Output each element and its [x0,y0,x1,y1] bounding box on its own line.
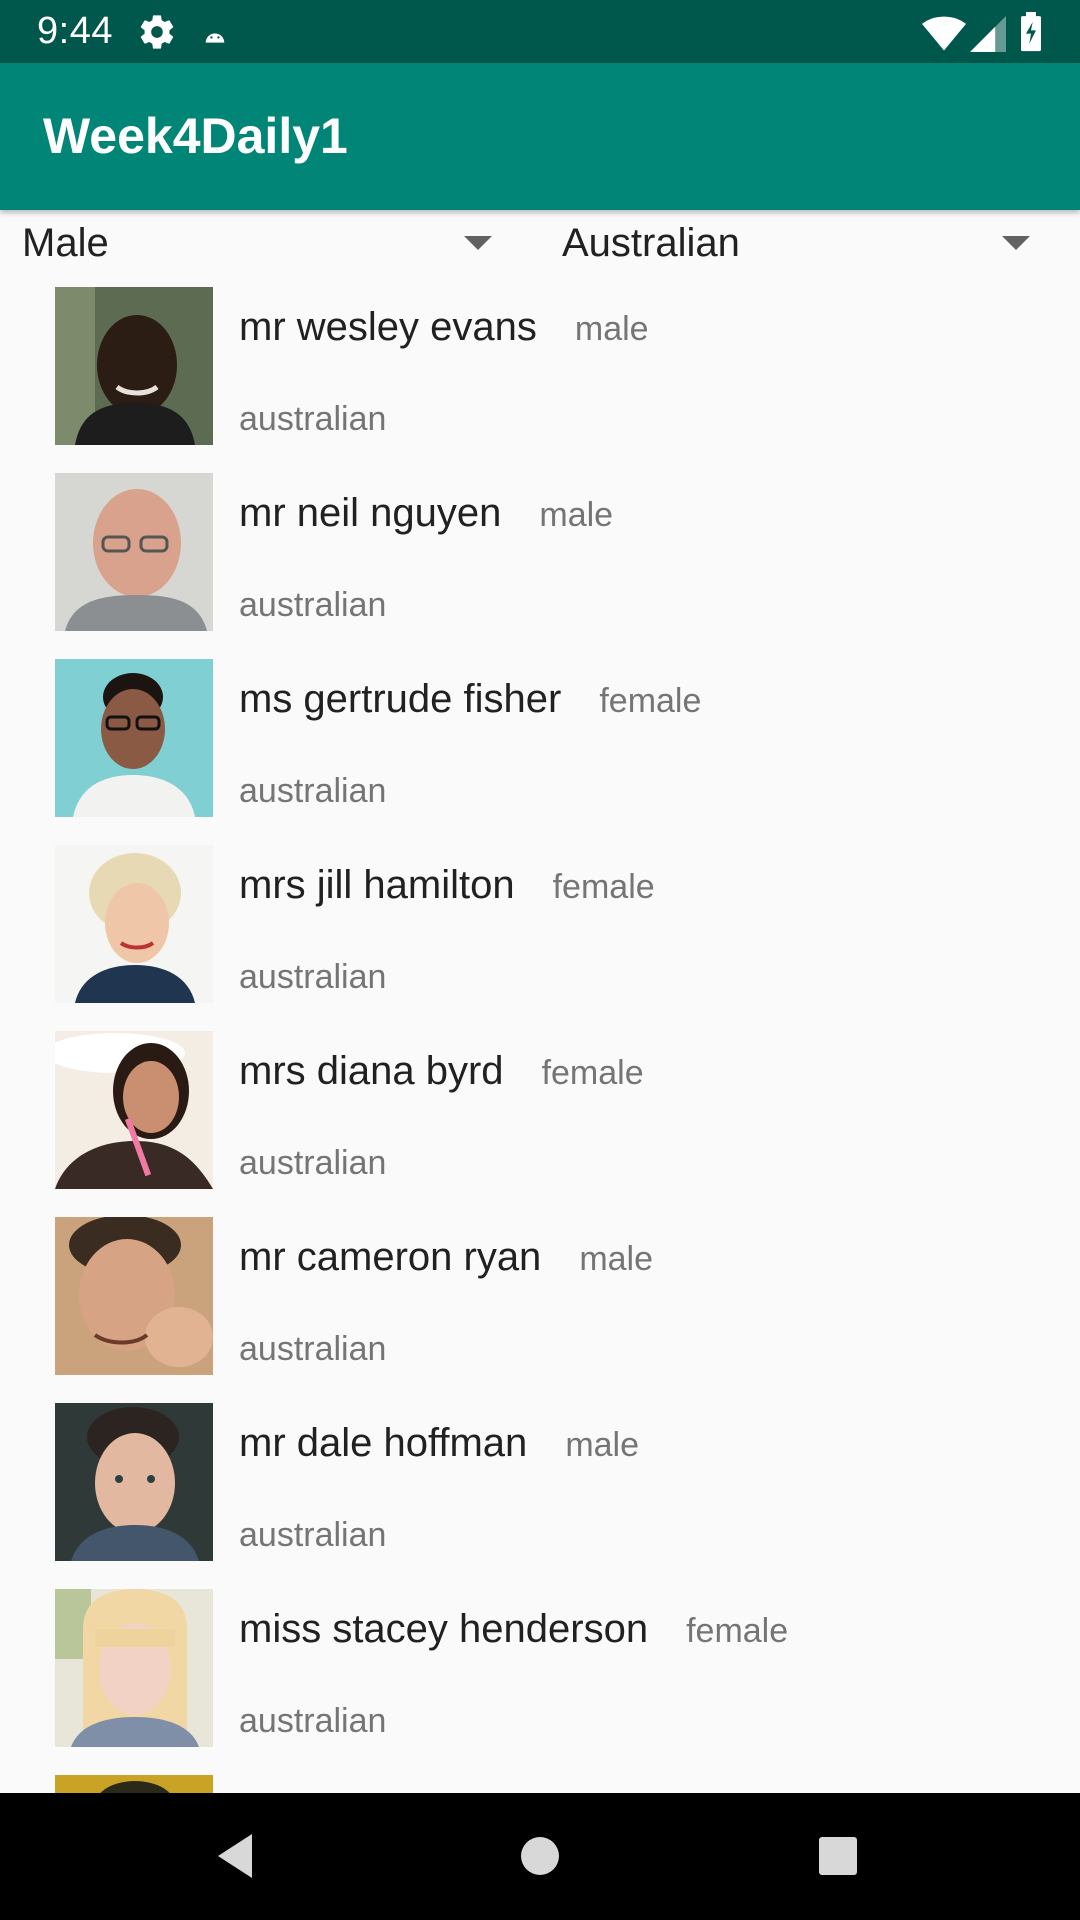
chevron-down-icon [1002,236,1030,250]
avatar [55,1217,213,1375]
person-list[interactable]: mr wesley evans male australian mr neil n… [0,287,1080,1793]
app-screen: 9:44 Week4Daily1 Male Australian mr wesl… [0,0,1080,1920]
list-item[interactable] [0,1775,1080,1793]
person-name: mr dale hoffman [239,1421,528,1465]
person-name: mrs jill hamilton [239,863,515,907]
avatar [55,1775,213,1793]
gender-spinner[interactable]: Male [0,212,526,274]
android-debug-icon [205,32,225,43]
avatar [55,1403,213,1561]
person-nationality: australian [239,1330,387,1368]
list-item[interactable]: mr dale hoffman male australian [0,1403,1080,1589]
list-item[interactable]: mr neil nguyen male australian [0,473,1080,659]
avatar [55,1031,213,1189]
person-nationality: australian [239,1516,387,1554]
list-item[interactable]: mr cameron ryan male australian [0,1217,1080,1403]
list-item[interactable]: mrs diana byrd female australian [0,1031,1080,1217]
list-item[interactable]: mr wesley evans male australian [0,287,1080,473]
signal-icon [970,16,1006,52]
list-item[interactable]: ms gertrude fisher female australian [0,659,1080,845]
nationality-spinner-value: Australian [562,221,740,265]
gear-icon [140,15,174,49]
person-name: mr neil nguyen [239,491,502,535]
gender-spinner-value: Male [22,221,109,265]
person-name: mr cameron ryan [239,1235,542,1279]
app-title: Week4Daily1 [43,108,348,164]
person-nationality: australian [239,958,387,996]
avatar [55,659,213,817]
person-gender: female [552,868,655,906]
person-name: ms gertrude fisher [239,677,562,721]
avatar [55,473,213,631]
person-gender: male [574,310,649,348]
person-gender: male [579,1240,654,1278]
avatar [55,1589,213,1747]
chevron-down-icon [464,236,492,250]
person-nationality: australian [239,772,387,810]
status-time: 9:44 [37,10,113,52]
avatar [55,287,213,445]
person-gender: male [539,496,614,534]
wifi-icon [922,16,966,51]
list-item[interactable]: mrs jill hamilton female australian [0,845,1080,1031]
person-nationality: australian [239,400,387,438]
person-name: mr wesley evans [239,305,537,349]
person-gender: male [565,1426,640,1464]
person-nationality: australian [239,1144,387,1182]
person-nationality: australian [239,586,387,624]
nationality-spinner[interactable]: Australian [540,212,1080,274]
person-name: miss stacey henderson [239,1607,649,1651]
person-gender: female [541,1054,644,1092]
person-nationality: australian [239,1702,387,1740]
avatar [55,845,213,1003]
list-item[interactable]: miss stacey henderson female australian [0,1589,1080,1775]
status-bar: 9:44 [0,0,1080,63]
navigation-bar [0,1793,1080,1920]
back-icon[interactable] [208,1826,268,1886]
person-gender: female [686,1612,789,1650]
person-name: mrs diana byrd [239,1049,504,1093]
home-icon[interactable] [510,1826,570,1886]
person-gender: female [599,682,702,720]
app-bar: Week4Daily1 [0,63,1080,210]
recents-icon[interactable] [808,1826,868,1886]
battery-charging-icon [1021,12,1041,52]
